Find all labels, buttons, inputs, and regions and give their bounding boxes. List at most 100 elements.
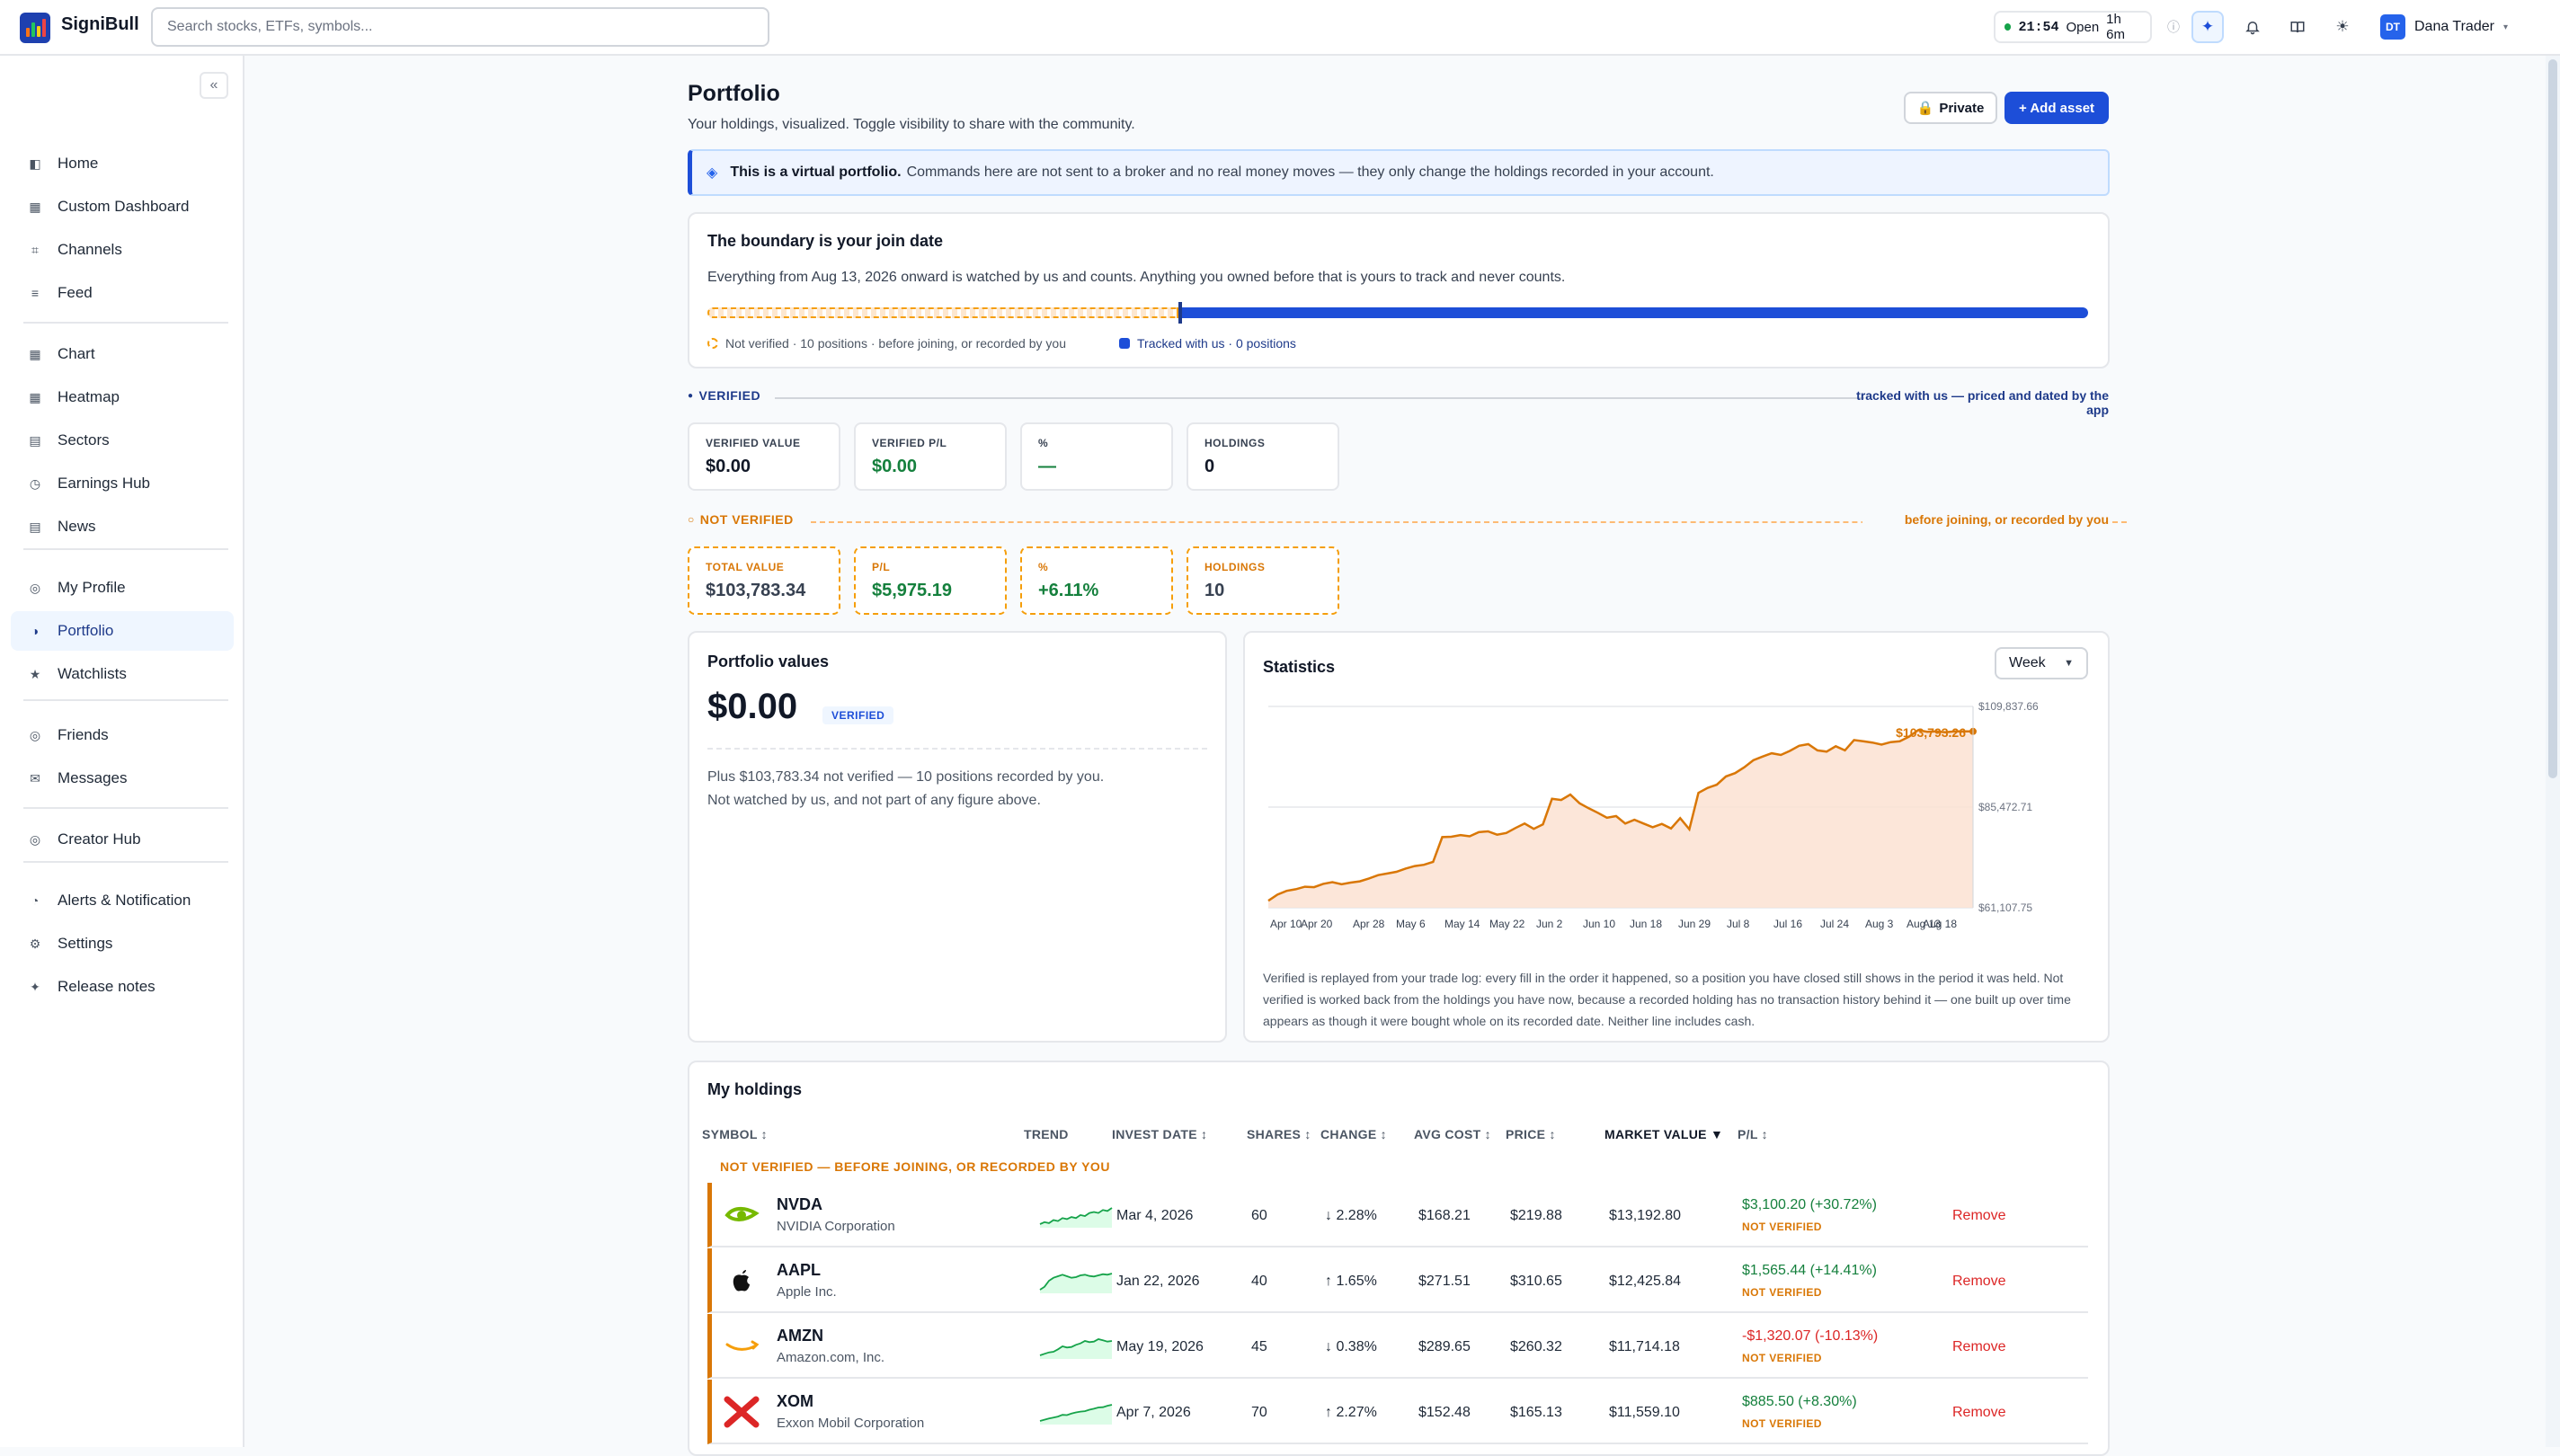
column-header-trend[interactable]: TREND: [1024, 1127, 1069, 1141]
remove-button[interactable]: Remove: [1952, 1405, 2006, 1421]
note-line-1: Plus $103,783.34 not verified — 10 posit…: [707, 769, 1105, 785]
table-row[interactable]: XOM Exxon Mobil Corporation Apr 7, 2026 70 ↑…: [707, 1380, 2088, 1444]
sidebar-item-creator-hub[interactable]: ◎ Creator Hub: [11, 820, 234, 859]
sparkle-icon[interactable]: ✦: [2191, 11, 2224, 43]
sidebar-item-my-profile[interactable]: ◎ My Profile: [11, 568, 234, 608]
market-value: $11,559.10: [1609, 1405, 1680, 1420]
table-row[interactable]: AAPL Apple Inc. Jan 22, 2026 40 ↑ 1.65% $271.…: [707, 1248, 2088, 1313]
column-header-symbol[interactable]: SYMBOL ↕: [702, 1127, 768, 1141]
sidebar-item-portfolio[interactable]: ◑ Portfolio: [11, 611, 234, 651]
sidebar-item-chart[interactable]: ▦ Chart: [11, 334, 234, 374]
not-verified-stat-holdings: HOLDINGS 10: [1187, 546, 1339, 615]
column-header-change[interactable]: CHANGE ↕: [1320, 1127, 1387, 1141]
holding-symbol[interactable]: AAPL: [777, 1261, 821, 1280]
column-header-shares[interactable]: SHARES ↕: [1247, 1127, 1311, 1141]
invest-date: Jan 22, 2026: [1116, 1274, 1200, 1289]
boundary-subtitle: Everything from Aug 13, 2026 onward is w…: [707, 270, 1566, 285]
holding-symbol[interactable]: AMZN: [777, 1327, 823, 1345]
home-icon: ◧: [29, 155, 41, 171]
column-header-market-value[interactable]: MARKET VALUE ▼: [1604, 1127, 1723, 1141]
holding-symbol[interactable]: XOM: [777, 1392, 813, 1411]
lock-icon: 🔒: [1916, 101, 1934, 116]
verified-heading-label: VERIFIED: [698, 388, 761, 403]
remove-button[interactable]: Remove: [1952, 1208, 2006, 1224]
sidebar-item-friends[interactable]: ◎ Friends: [11, 715, 234, 755]
user-name: Dana Trader: [2414, 19, 2494, 34]
series-end-label: $103,793.26: [1896, 725, 1966, 740]
logo-icon[interactable]: [20, 13, 50, 43]
virtual-portfolio-banner: ◈ This is a virtual portfolio. Commands …: [688, 149, 2110, 196]
search-input[interactable]: [151, 7, 769, 47]
sidebar-item-heatmap[interactable]: ▦ Heatmap: [11, 377, 234, 417]
brand-name[interactable]: SigniBull: [61, 14, 139, 35]
info-icon[interactable]: ⓘ: [2161, 11, 2186, 43]
sidebar-item-custom-dashboard[interactable]: ▦ Custom Dashboard: [11, 187, 234, 226]
table-row[interactable]: NVDA NVIDIA Corporation Mar 4, 2026 60 ↓ 2.2…: [707, 1183, 2088, 1247]
column-header-invest-date[interactable]: INVEST DATE ↕: [1112, 1127, 1207, 1141]
sidebar-item-label: Sectors: [58, 431, 110, 448]
collapse-sidebar-button[interactable]: «: [200, 72, 228, 99]
holding-name: Apple Inc.: [777, 1284, 837, 1300]
statistics-card: Statistics Week ▼ $103,793.26 $109,837.66…: [1243, 631, 2110, 1043]
x-tick-label: Aug 18: [1923, 918, 1957, 930]
sidebar-item-watchlists[interactable]: ★ Watchlists: [11, 654, 234, 694]
settings-icon: ⚙: [29, 936, 41, 951]
price: $260.32: [1510, 1339, 1562, 1354]
page-title: Portfolio: [688, 81, 780, 106]
remove-button[interactable]: Remove: [1952, 1274, 2006, 1290]
profit-loss: -$1,320.07 (-10.13%): [1742, 1328, 1879, 1344]
table-row[interactable]: AMZN Amazon.com, Inc. May 19, 2026 45 ↓ 0.38…: [707, 1314, 2088, 1379]
holding-name: Exxon Mobil Corporation: [777, 1416, 925, 1431]
shares: 40: [1251, 1274, 1267, 1289]
x-tick-label: Jun 29: [1678, 918, 1711, 930]
sidebar-item-settings[interactable]: ⚙ Settings: [11, 924, 234, 963]
remove-button[interactable]: Remove: [1952, 1339, 2006, 1355]
sparkline-area: [1040, 1339, 1112, 1359]
sidebar-item-earnings-hub[interactable]: ◷ Earnings Hub: [11, 464, 234, 503]
holdings-title: My holdings: [707, 1080, 802, 1098]
sidebar-item-home[interactable]: ◧ Home: [11, 144, 234, 183]
stat-label: TOTAL VALUE: [706, 561, 785, 573]
sidebar-item-label: Custom Dashboard: [58, 198, 190, 215]
sidebar-item-alerts-notification[interactable]: ◔ Alerts & Notification: [11, 881, 234, 920]
x-tick-label: Aug 3: [1865, 918, 1894, 930]
sidebar-item-news[interactable]: ▤ News: [11, 507, 234, 546]
sidebar-item-release-notes[interactable]: ✦ Release notes: [11, 967, 234, 1007]
statistics-footnote: Verified is replayed from your trade log…: [1263, 971, 2071, 1028]
period-select[interactable]: Week ▼: [1995, 647, 2088, 679]
user-menu[interactable]: DT Dana Trader ▾: [2373, 11, 2531, 43]
page-scrollbar[interactable]: [2546, 56, 2560, 1447]
stat-value: $0.00: [872, 457, 918, 476]
sun-icon[interactable]: ☀: [2326, 11, 2359, 43]
news-icon: ▤: [29, 519, 41, 534]
my-profile-icon: ◎: [29, 580, 41, 595]
statistics-chart[interactable]: $103,793.26 $109,837.66 $85,472.71 $61,107.…: [1252, 697, 2097, 958]
main-content: Portfolio Your holdings, visualized. Tog…: [244, 56, 2546, 1456]
x-tick-label: May 14: [1444, 918, 1480, 930]
not-verified-tag: NOT VERIFIED: [1742, 1417, 1822, 1430]
book-icon[interactable]: [2281, 11, 2314, 43]
scrollbar-thumb[interactable]: [2548, 59, 2557, 778]
bell-icon[interactable]: [2236, 11, 2269, 43]
holding-symbol[interactable]: NVDA: [777, 1195, 822, 1214]
not-verified-stat-: % +6.11%: [1020, 546, 1173, 615]
privacy-toggle-button[interactable]: 🔒 Private: [1904, 92, 1997, 124]
sidebar-item-messages[interactable]: ✉ Messages: [11, 759, 234, 798]
column-header-avg-cost[interactable]: AVG COST ↕: [1414, 1127, 1491, 1141]
sidebar-item-channels[interactable]: ⌗ Channels: [11, 230, 234, 270]
note-line-2: Not watched by us, and not part of any f…: [707, 793, 1041, 808]
column-header-p-l[interactable]: P/L ↕: [1738, 1127, 1768, 1141]
sidebar-item-feed[interactable]: ≡ Feed: [11, 273, 234, 313]
market-status[interactable]: 21:54 Open 1h 6m: [1994, 11, 2152, 43]
add-asset-button[interactable]: + Add asset: [2004, 92, 2109, 124]
column-header-price[interactable]: PRICE ↕: [1506, 1127, 1556, 1141]
y-tick-label: $85,472.71: [1978, 801, 2032, 813]
sidebar-item-sectors[interactable]: ▤ Sectors: [11, 421, 234, 460]
verified-badge: VERIFIED: [822, 706, 894, 724]
y-tick-label: $109,837.66: [1978, 700, 2039, 713]
sidebar-divider: [23, 807, 228, 809]
holding-name: Amazon.com, Inc.: [777, 1350, 885, 1365]
market-value: $11,714.18: [1609, 1339, 1680, 1354]
not-verified-tag: NOT VERIFIED: [1742, 1221, 1822, 1233]
dot-icon: ●: [688, 390, 694, 401]
